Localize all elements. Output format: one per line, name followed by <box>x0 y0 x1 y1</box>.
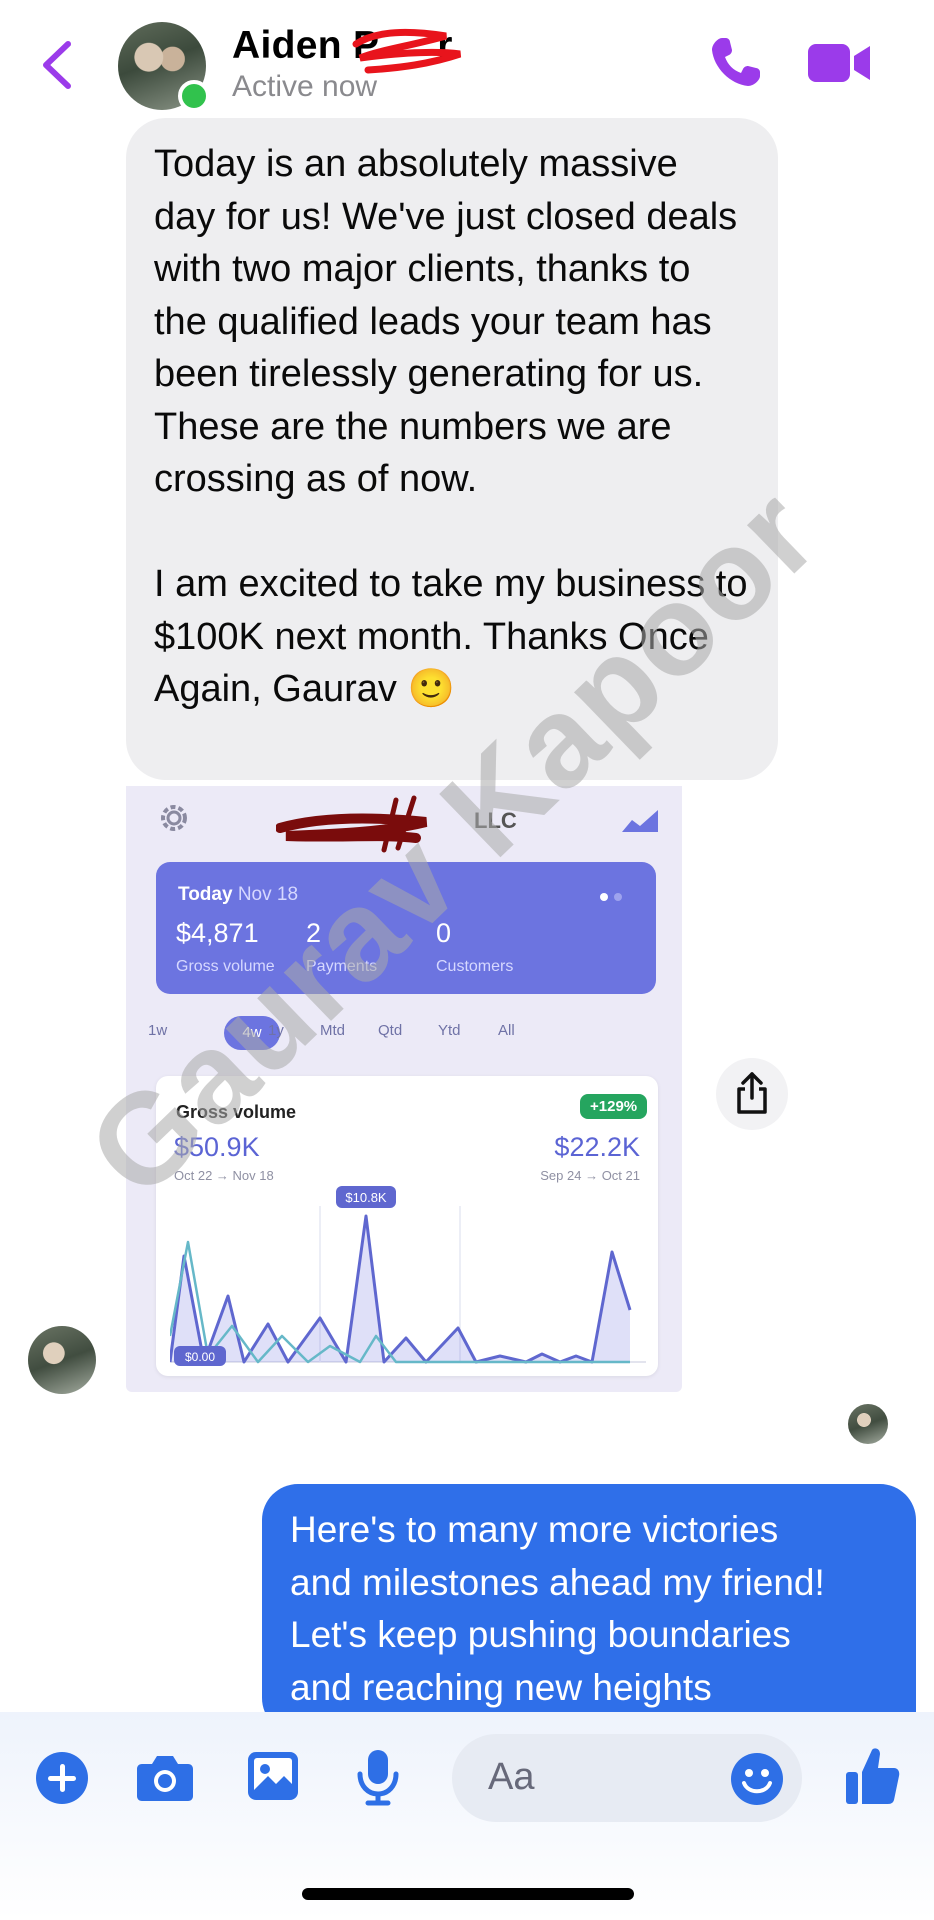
phone-icon[interactable] <box>708 34 764 90</box>
camera-icon[interactable] <box>136 1752 194 1802</box>
video-camera-icon[interactable] <box>806 38 872 88</box>
home-indicator <box>302 1888 634 1900</box>
range-all: All <box>498 1022 515 1039</box>
range-qtd: Qtd <box>378 1022 403 1039</box>
microphone-icon[interactable] <box>356 1748 400 1806</box>
page-dots <box>600 888 628 906</box>
range-ytd: Ytd <box>438 1022 461 1039</box>
image-icon[interactable] <box>246 1750 300 1802</box>
settings-icon <box>161 805 187 831</box>
plus-icon[interactable] <box>36 1752 88 1804</box>
back-chevron-icon[interactable] <box>38 40 78 90</box>
share-icon <box>737 1072 767 1114</box>
previous-gross-volume: $22.2K <box>554 1132 640 1162</box>
message-placeholder: Aa <box>488 1756 535 1798</box>
online-status-dot <box>178 80 210 112</box>
read-receipt-avatar <box>848 1404 888 1444</box>
share-button[interactable] <box>716 1058 788 1130</box>
today-label: Today Nov 18 <box>178 884 299 905</box>
contact-status: Active now <box>232 70 378 103</box>
today-customers-label: Customers <box>436 958 514 975</box>
trend-icon <box>622 810 658 832</box>
gross-volume-sparkline: $10.8K $0.00 <box>170 1186 646 1366</box>
previous-date-range: Sep 24 → Oct 21 <box>540 1168 640 1183</box>
peak-label: $10.8K <box>345 1190 387 1205</box>
change-badge: +129% <box>580 1094 648 1119</box>
outgoing-message-bubble[interactable]: Here's to many more victories and milest… <box>262 1484 916 1734</box>
emoji-icon[interactable] <box>730 1752 784 1806</box>
thumbs-up-icon[interactable] <box>844 1746 900 1806</box>
name-redaction-scribble <box>352 28 462 74</box>
min-label: $0.00 <box>185 1350 215 1364</box>
sender-avatar[interactable] <box>28 1326 96 1394</box>
